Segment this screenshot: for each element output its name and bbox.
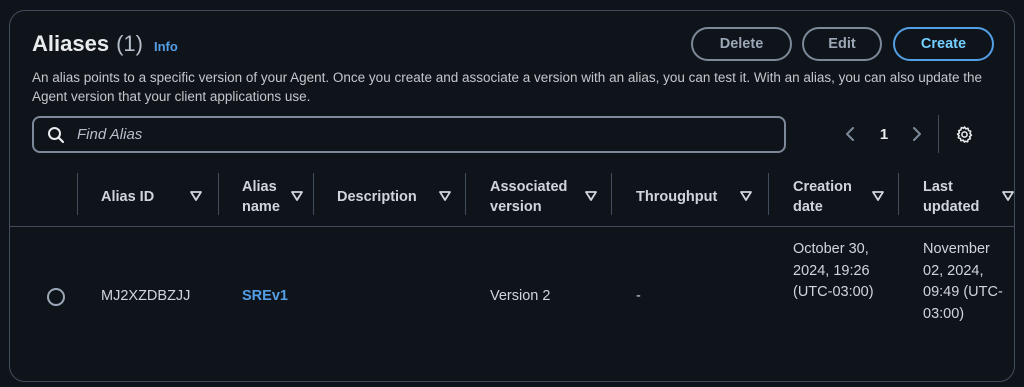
header: Aliases (1) Info: [32, 31, 178, 57]
column-divider[interactable]: [898, 173, 899, 215]
edit-button[interactable]: Edit: [802, 27, 882, 61]
column-header-associated-version[interactable]: Associated version: [490, 168, 585, 226]
table-header: Alias ID Alias name Description Associat…: [10, 168, 1014, 227]
alias-name-link[interactable]: SREv1: [242, 286, 288, 308]
column-header-throughput[interactable]: Throughput: [636, 168, 741, 226]
search-input[interactable]: [75, 125, 759, 144]
delete-button[interactable]: Delete: [691, 27, 792, 61]
creation-date-cell: October 30, 2024, 19:26 (UTC-03:00): [793, 241, 874, 300]
sort-caret-icon[interactable]: [1002, 190, 1014, 202]
info-link[interactable]: Info: [154, 39, 178, 54]
column-divider[interactable]: [465, 173, 466, 215]
preferences-button[interactable]: [954, 123, 974, 145]
sort-caret-icon[interactable]: [291, 190, 303, 202]
create-button[interactable]: Create: [893, 27, 994, 61]
chevron-right-icon: [913, 127, 921, 141]
page-number[interactable]: 1: [874, 123, 894, 145]
column-divider[interactable]: [768, 173, 769, 215]
throughput-cell: -: [636, 288, 641, 304]
chevron-left-icon: [846, 127, 854, 141]
sort-caret-icon[interactable]: [740, 190, 752, 202]
column-header-description[interactable]: Description: [337, 168, 432, 226]
column-divider[interactable]: [77, 173, 78, 215]
column-header-creation-date[interactable]: Creation date: [793, 168, 868, 226]
alias-id-cell: MJ2XZDBZJJ: [101, 288, 191, 304]
sort-caret-icon[interactable]: [190, 190, 202, 202]
alias-count: (1): [116, 31, 143, 56]
sort-caret-icon[interactable]: [872, 190, 884, 202]
description-text: An alias points to a specific version of…: [32, 70, 983, 104]
last-updated-cell: November 02, 2024, 09:49 (UTC-03:00): [923, 241, 1003, 322]
column-header-alias-id[interactable]: Alias ID: [101, 168, 196, 226]
previous-page-button[interactable]: [840, 123, 860, 145]
column-divider[interactable]: [611, 173, 612, 215]
aliases-panel: Aliases (1) Info Delete Edit Create An a…: [9, 10, 1015, 382]
column-divider[interactable]: [313, 173, 314, 215]
search-icon: [48, 126, 65, 143]
gear-icon: [956, 125, 972, 143]
next-page-button[interactable]: [907, 123, 927, 145]
column-header-last-updated[interactable]: Last updated: [923, 168, 993, 226]
sort-caret-icon[interactable]: [439, 190, 451, 202]
page-title: Aliases: [32, 31, 110, 56]
column-divider[interactable]: [218, 173, 219, 215]
sort-caret-icon[interactable]: [585, 190, 597, 202]
associated-version-cell: Version 2: [490, 288, 551, 304]
pager-divider: [938, 115, 939, 153]
search-box: [32, 116, 786, 153]
row-select-radio[interactable]: [47, 288, 65, 306]
table-row[interactable]: MJ2XZDBZJJ SREv1 Version 2 - October 30,…: [10, 227, 1014, 377]
